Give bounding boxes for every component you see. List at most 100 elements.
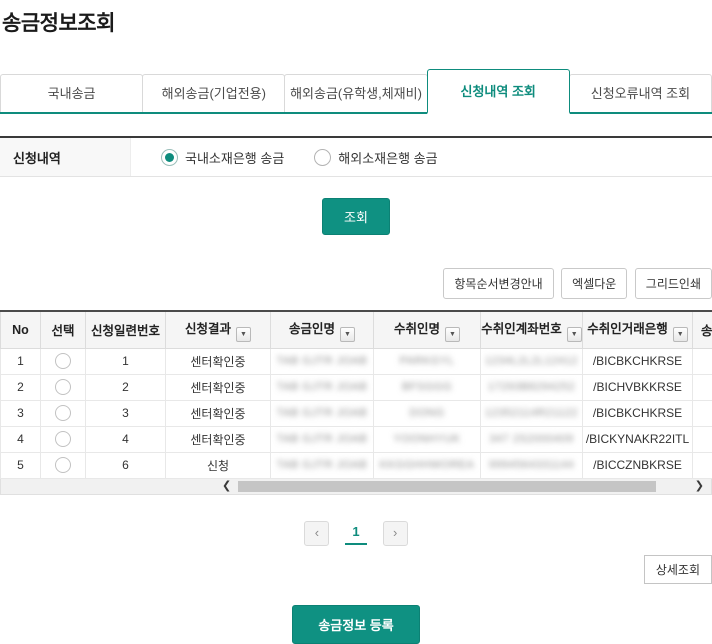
- pagination-current-page[interactable]: 1: [345, 521, 366, 545]
- radio-domestic-bank-label: 국내소재은행 송금: [185, 148, 284, 167]
- cell-select: [41, 374, 86, 400]
- filter-dropdown-icon[interactable]: ▼: [567, 327, 582, 342]
- page-title: 송금정보조회: [0, 0, 712, 37]
- scroll-left-icon[interactable]: ❮: [222, 479, 231, 493]
- scrollbar-thumb[interactable]: [238, 481, 656, 492]
- cell-result: 센터확인중: [166, 400, 271, 426]
- cell-no: 5: [1, 452, 41, 478]
- horizontal-scrollbar[interactable]: ❮ ❯: [0, 479, 712, 495]
- cell-cutoff: [693, 348, 712, 374]
- cell-sender-masked: TAB GJTR JOAB: [271, 426, 374, 452]
- filter-dropdown-icon[interactable]: ▼: [673, 327, 688, 342]
- cell-sender-masked: TAB GJTR JOAB: [271, 400, 374, 426]
- radio-overseas-bank-label: 해외소재은행 송금: [338, 148, 437, 167]
- row-select-radio[interactable]: [55, 457, 71, 473]
- cell-cutoff: [693, 426, 712, 452]
- detail-view-row: 상세조회: [0, 555, 712, 584]
- cell-account-masked: 17293B8294252: [481, 374, 583, 400]
- cell-bank: /BICKYNAKR22ITL: [583, 426, 693, 452]
- cell-no: 3: [1, 400, 41, 426]
- cell-recipient-masked: KKGGHHWOREA: [374, 452, 481, 478]
- tab-application-history[interactable]: 신청내역 조회: [427, 69, 570, 114]
- tab-application-error-history[interactable]: 신청오류내역 조회: [569, 74, 712, 112]
- cell-bank: /BICBKCHKRSE: [583, 400, 693, 426]
- radio-domestic-bank[interactable]: 국내소재은행 송금: [161, 148, 284, 167]
- col-header-no: No: [1, 311, 41, 348]
- application-history-filter-section: 신청내역 국내소재은행 송금 해외소재은행 송금: [0, 136, 712, 177]
- row-select-radio[interactable]: [55, 431, 71, 447]
- cell-recipient-masked: PARKGYL: [374, 348, 481, 374]
- filter-dropdown-icon[interactable]: ▼: [236, 327, 251, 342]
- col-header-account: 수취인계좌번호▼: [481, 311, 583, 348]
- grid-action-buttons: 항목순서변경안내 엑셀다운 그리드인쇄: [0, 268, 712, 299]
- pagination: ‹ 1 ›: [0, 521, 712, 546]
- cell-no: 4: [1, 426, 41, 452]
- cell-account-masked: 9994564331144: [481, 452, 583, 478]
- cell-bank: /BICHVBKKRSE: [583, 374, 693, 400]
- tab-overseas-corporate[interactable]: 해외송금(기업전용): [142, 74, 285, 112]
- application-table: No 선택 신청일련번호 신청결과▼ 송금인명▼ 수취인명▼ 수취인계좌번호▼ …: [0, 310, 712, 495]
- cell-account-masked: 12352114R21122: [481, 400, 583, 426]
- cell-select: [41, 348, 86, 374]
- cell-recipient-masked: DONG: [374, 400, 481, 426]
- row-select-radio[interactable]: [55, 405, 71, 421]
- cell-sender-masked: TAB GJTR JOAB: [271, 348, 374, 374]
- filter-radio-group: 국내소재은행 송금 해외소재은행 송금: [131, 138, 438, 176]
- col-header-recipient: 수취인명▼: [374, 311, 481, 348]
- row-select-radio[interactable]: [55, 353, 71, 369]
- cell-account-masked: 347 2S2000409: [481, 426, 583, 452]
- cell-result: 센터확인중: [166, 348, 271, 374]
- col-header-select: 선택: [41, 311, 86, 348]
- table-row: 3 3 센터확인중 TAB GJTR JOAB DONG 12352114R21…: [1, 400, 712, 426]
- pagination-next-button[interactable]: ›: [383, 521, 408, 546]
- cell-result: 센터확인중: [166, 374, 271, 400]
- table-row: 5 6 신청 TAB GJTR JOAB KKGGHHWOREA 9994564…: [1, 452, 712, 478]
- register-remittance-button[interactable]: 송금정보 등록: [292, 605, 419, 644]
- cell-result: 센터확인중: [166, 426, 271, 452]
- cell-seq: 3: [86, 400, 166, 426]
- cell-result: 신청: [166, 452, 271, 478]
- pagination-prev-button[interactable]: ‹: [304, 521, 329, 546]
- filter-dropdown-icon[interactable]: ▼: [445, 327, 460, 342]
- cell-no: 1: [1, 348, 41, 374]
- tab-domestic-remittance[interactable]: 국내송금: [0, 74, 143, 112]
- cell-bank: /BICBKCHKRSE: [583, 348, 693, 374]
- detail-view-button[interactable]: 상세조회: [644, 555, 712, 584]
- excel-download-button[interactable]: 엑셀다운: [561, 268, 627, 299]
- filter-dropdown-icon[interactable]: ▼: [340, 327, 355, 342]
- cell-recipient-masked: BFSGGG: [374, 374, 481, 400]
- cell-seq: 1: [86, 348, 166, 374]
- col-header-bank: 수취인거래은행▼: [583, 311, 693, 348]
- register-row: 송금정보 등록: [0, 605, 712, 644]
- cell-account-masked: 1234L2L2L12412: [481, 348, 583, 374]
- tab-overseas-student[interactable]: 해외송금(유학생,체재비): [284, 74, 427, 112]
- search-button-row: 조회: [0, 198, 712, 235]
- cell-seq: 4: [86, 426, 166, 452]
- tab-bar: 국내송금 해외송금(기업전용) 해외송금(유학생,체재비) 신청내역 조회 신청…: [0, 68, 712, 114]
- col-header-sender: 송금인명▼: [271, 311, 374, 348]
- col-header-seq: 신청일련번호: [86, 311, 166, 348]
- remittance-inquiry-page: 송금정보조회 국내송금 해외송금(기업전용) 해외송금(유학생,체재비) 신청내…: [0, 0, 712, 644]
- column-order-info-button[interactable]: 항목순서변경안내: [443, 268, 553, 299]
- cell-seq: 2: [86, 374, 166, 400]
- scroll-right-icon[interactable]: ❯: [695, 479, 704, 493]
- search-button[interactable]: 조회: [322, 198, 390, 235]
- col-header-result: 신청결과▼: [166, 311, 271, 348]
- cell-sender-masked: TAB GJTR JOAB: [271, 374, 374, 400]
- cell-recipient-masked: YOONHYUK: [374, 426, 481, 452]
- radio-overseas-bank[interactable]: 해외소재은행 송금: [314, 148, 437, 167]
- col-header-cutoff: 송금: [693, 311, 712, 348]
- cell-seq: 6: [86, 452, 166, 478]
- row-select-radio[interactable]: [55, 379, 71, 395]
- cell-no: 2: [1, 374, 41, 400]
- cell-select: [41, 400, 86, 426]
- filter-section-label: 신청내역: [0, 138, 131, 176]
- radio-selected-icon: [161, 149, 178, 166]
- cell-select: [41, 452, 86, 478]
- table-row: 4 4 센터확인중 TAB GJTR JOAB YOONHYUK 347 2S2…: [1, 426, 712, 452]
- table-row: 1 1 센터확인중 TAB GJTR JOAB PARKGYL 1234L2L2…: [1, 348, 712, 374]
- grid-print-button[interactable]: 그리드인쇄: [635, 268, 712, 299]
- cell-cutoff: [693, 400, 712, 426]
- cell-select: [41, 426, 86, 452]
- table-header-row: No 선택 신청일련번호 신청결과▼ 송금인명▼ 수취인명▼ 수취인계좌번호▼ …: [1, 311, 712, 348]
